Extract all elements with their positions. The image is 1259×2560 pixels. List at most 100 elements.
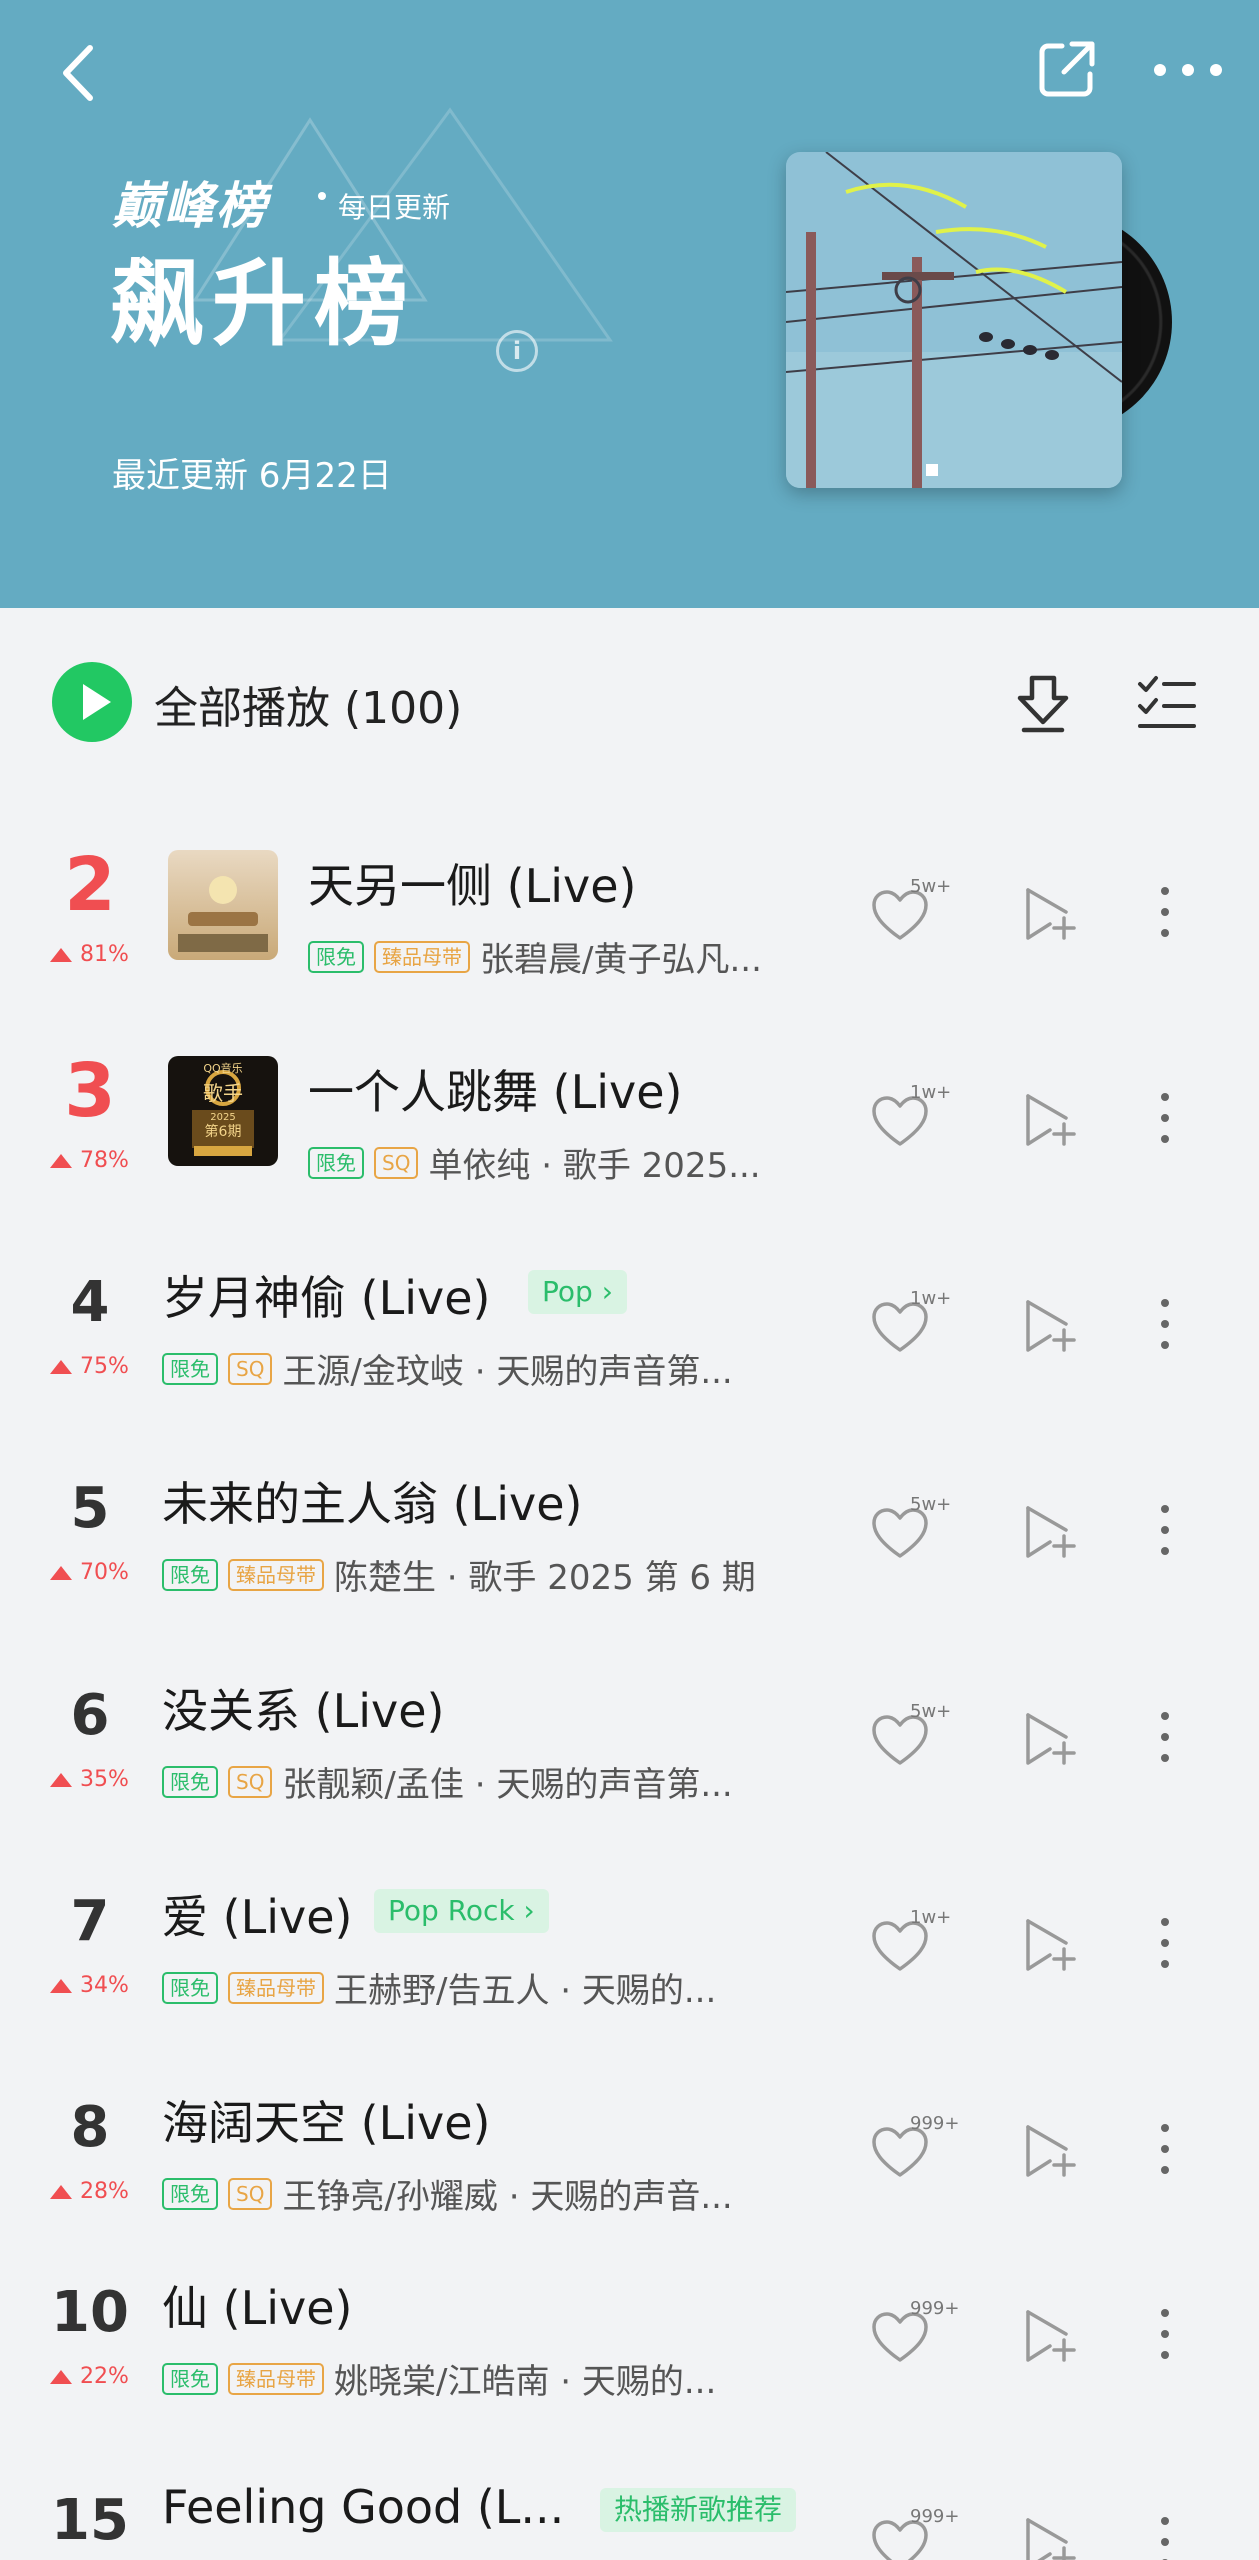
genre-tag[interactable]: Pop › — [528, 1270, 627, 1314]
song-row[interactable]: 5 70% 未来的主人翁 (Live) 限免 臻品母带 陈楚生 · 歌手 2025 第 6… — [0, 1438, 1259, 1644]
song-row[interactable]: 3 78% QQ音乐 歌手 2025 第6期 一个人跳舞 (Live) 限免 SQ 单依纯 · 歌… — [0, 1026, 1259, 1232]
song-meta: 限免 SQ 王铮亮/孙耀威 · 天赐的声音... — [162, 2169, 733, 2217]
like-count: 5w+ — [910, 876, 952, 897]
genre-tag[interactable]: Pop Rock › — [374, 1889, 549, 1933]
trend-percent: 78% — [80, 1148, 129, 1173]
rank-number: 4 — [70, 1270, 110, 1335]
song-title[interactable]: 没关系 (Live) — [162, 1675, 444, 1741]
trend-indicator: 28% — [50, 2179, 129, 2204]
trend-up-icon — [50, 1154, 72, 1168]
genre-tag[interactable]: 热播新歌推荐 — [600, 2488, 797, 2532]
song-meta: 限免 SQ 王源/金玟岐 · 天赐的声音第... — [162, 1344, 733, 1392]
more-options-icon[interactable] — [1150, 1088, 1180, 1148]
more-options-icon[interactable] — [1150, 2512, 1180, 2560]
sq-badge: SQ — [228, 1352, 273, 1385]
song-title[interactable]: 爱 (Live) — [162, 1881, 352, 1947]
song-meta: 限免 臻品母带 张碧晨/黄子弘凡... — [308, 932, 762, 980]
more-options-icon[interactable] — [1150, 2119, 1180, 2179]
sq-badge: SQ — [374, 1146, 419, 1179]
download-icon[interactable] — [1012, 672, 1074, 734]
rank-number: 5 — [70, 1476, 110, 1541]
song-row[interactable]: 7 34% 爱 (Live) Pop Rock › 限免 臻品母带 王赫野/告五人 · 天赐… — [0, 1851, 1259, 2057]
artist-album[interactable]: 张碧晨/黄子弘凡... — [480, 940, 762, 980]
artist-album[interactable]: 王赫野/告五人 · 天赐的... — [334, 1971, 716, 2011]
trend-indicator: 75% — [50, 1354, 129, 1379]
back-icon[interactable] — [52, 38, 106, 108]
trend-percent: 70% — [80, 1560, 129, 1585]
brand-separator — [318, 192, 326, 200]
artist-album[interactable]: 王源/金玟岐 · 天赐的声音第... — [282, 1352, 732, 1392]
brand-subtitle: 每日更新 — [338, 191, 451, 224]
cover-art — [786, 152, 1122, 488]
artist-album[interactable]: 陈楚生 · 歌手 2025 第 6 期 — [334, 1558, 756, 1598]
rank-number: 3 — [64, 1048, 116, 1134]
add-to-playlist-icon[interactable] — [1020, 2121, 1080, 2181]
song-row[interactable]: 10 22% 仙 (Live) 限免 臻品母带 姚晓棠/江皓南 · 天赐的... 999+ — [0, 2242, 1259, 2448]
like-count: 999+ — [910, 2113, 960, 2134]
trend-up-icon — [50, 2185, 72, 2199]
artist-album[interactable]: 单依纯 · 歌手 2025... — [428, 1146, 760, 1186]
master-tape-badge: 臻品母带 — [374, 940, 470, 973]
song-title[interactable]: 未来的主人翁 (Live) — [162, 1468, 582, 1534]
update-date: 最近更新 6月22日 — [112, 456, 392, 496]
more-icon[interactable] — [1150, 52, 1226, 88]
album-art[interactable] — [168, 850, 278, 960]
song-row[interactable]: 8 28% 海阔天空 (Live) 限免 SQ 王铮亮/孙耀威 · 天赐的声音... 999… — [0, 2057, 1259, 2263]
song-row[interactable]: 4 75% 岁月神偷 (Live) Pop › 限免 SQ 王源/金玟岐 · 天赐的声音第.… — [0, 1232, 1259, 1438]
more-options-icon[interactable] — [1150, 1294, 1180, 1354]
more-options-icon[interactable] — [1150, 1707, 1180, 1767]
like-count: 1w+ — [910, 1082, 952, 1103]
more-options-icon[interactable] — [1150, 2304, 1180, 2364]
sq-badge: SQ — [228, 1765, 273, 1798]
trend-indicator: 78% — [50, 1148, 129, 1173]
add-to-playlist-icon[interactable] — [1020, 1915, 1080, 1975]
like-count: 1w+ — [910, 1288, 952, 1309]
chart-cover[interactable] — [786, 152, 1186, 492]
artist-album[interactable]: 姚晓棠/江皓南 · 天赐的... — [334, 2362, 716, 2402]
like-count: 999+ — [910, 2506, 960, 2527]
more-options-icon[interactable] — [1150, 882, 1180, 942]
add-to-playlist-icon[interactable] — [1020, 1090, 1080, 1150]
song-row[interactable]: 6 35% 没关系 (Live) 限免 SQ 张靓颖/孟佳 · 天赐的声音第... 5w+ — [0, 1645, 1259, 1851]
song-title[interactable]: 仙 (Live) — [162, 2272, 352, 2338]
info-icon[interactable]: i — [496, 330, 538, 372]
song-title[interactable]: Feeling Good (L... — [162, 2480, 564, 2534]
sq-badge: SQ — [228, 2177, 273, 2210]
song-meta: 限免 SQ 单依纯 · 歌手 2025... — [308, 1138, 761, 1186]
share-icon[interactable] — [1036, 38, 1098, 100]
free-badge: 限免 — [162, 2177, 218, 2210]
add-to-playlist-icon[interactable] — [1020, 884, 1080, 944]
rank-number: 15 — [51, 2488, 129, 2553]
chart-title: 飙升榜 — [110, 250, 417, 359]
master-tape-badge: 臻品母带 — [228, 1558, 324, 1591]
artist-album[interactable]: 王铮亮/孙耀威 · 天赐的声音... — [282, 2177, 732, 2217]
trend-up-icon — [50, 1979, 72, 1993]
free-badge: 限免 — [162, 1558, 218, 1591]
more-options-icon[interactable] — [1150, 1500, 1180, 1560]
add-to-playlist-icon[interactable] — [1020, 1296, 1080, 1356]
free-badge: 限免 — [308, 940, 364, 973]
song-title[interactable]: 海阔天空 (Live) — [162, 2087, 490, 2153]
trend-percent: 75% — [80, 1354, 129, 1379]
song-meta: 限免 臻品母带 王赫野/告五人 · 天赐的... — [162, 1963, 716, 2011]
album-art[interactable]: QQ音乐 歌手 2025 第6期 — [168, 1056, 278, 1166]
play-all-button[interactable] — [52, 662, 132, 742]
trend-percent: 34% — [80, 1973, 129, 1998]
artist-album[interactable]: 张靓颖/孟佳 · 天赐的声音第... — [282, 1765, 732, 1805]
add-to-playlist-icon[interactable] — [1020, 2306, 1080, 2366]
song-row[interactable]: 15 Feeling Good (L... 热播新歌推荐 999+ — [0, 2450, 1259, 2560]
trend-up-icon — [50, 1360, 72, 1374]
song-row[interactable]: 2 81% 天另一侧 (Live) 限免 臻品母带 张碧晨/黄子弘凡... 5w+ — [0, 820, 1259, 1026]
song-title[interactable]: 天另一侧 (Live) — [308, 850, 636, 916]
multi-select-icon[interactable] — [1136, 674, 1198, 730]
chart-header: 巅峰榜 每日更新 飙升榜 i 最近更新 6月22日 — [0, 0, 1259, 608]
add-to-playlist-icon[interactable] — [1020, 1709, 1080, 1769]
add-to-playlist-icon[interactable] — [1020, 1502, 1080, 1562]
song-title[interactable]: 一个人跳舞 (Live) — [308, 1056, 682, 1122]
more-options-icon[interactable] — [1150, 1913, 1180, 1973]
rank-number: 10 — [51, 2280, 129, 2345]
play-all-label[interactable]: 全部播放 (100) — [154, 672, 462, 736]
trend-indicator: 70% — [50, 1560, 129, 1585]
song-title[interactable]: 岁月神偷 (Live) — [162, 1262, 490, 1328]
add-to-playlist-icon[interactable] — [1020, 2514, 1080, 2560]
